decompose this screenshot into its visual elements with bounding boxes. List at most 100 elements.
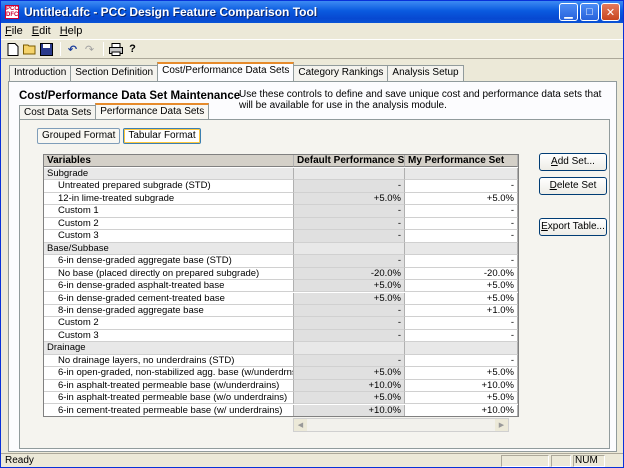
column-header-my-performance-set[interactable]: My Performance Set (405, 155, 518, 168)
panel-description: Use these controls to define and save un… (239, 89, 602, 111)
category-row: Base/Subbase (44, 242, 518, 256)
menu-file[interactable]: File (5, 25, 23, 37)
maximize-button[interactable]: □ (580, 3, 599, 21)
variable-cell: Drainage (44, 342, 294, 355)
table-row: 6-in open-graded, non-stabilized agg. ba… (44, 367, 518, 380)
my-value-cell[interactable]: - (405, 317, 518, 330)
tab-analysis-setup[interactable]: Analysis Setup (387, 65, 464, 81)
table-row: 6-in dense-graded aggregate base (STD) - - (44, 255, 518, 268)
my-value-cell[interactable]: +5.0% (405, 392, 518, 405)
tab-cost-performance-data-sets[interactable]: Cost/Performance Data Sets (157, 62, 295, 81)
delete-set-button[interactable]: Delete Set (539, 177, 607, 195)
tabular-format-button[interactable]: Tabular Format (123, 128, 201, 144)
my-value-cell[interactable]: -20.0% (405, 267, 518, 280)
status-pane (551, 455, 571, 467)
variable-cell: 6-in open-graded, non-stabilized agg. ba… (44, 367, 294, 380)
tab-performance-data-sets[interactable]: Performance Data Sets (95, 103, 210, 119)
my-value-cell[interactable]: - (405, 180, 518, 193)
toolbar-separator (60, 42, 61, 56)
my-value-cell[interactable]: - (405, 354, 518, 368)
my-value-cell[interactable]: - (405, 205, 518, 218)
my-value-cell[interactable]: +10.0% (405, 404, 518, 416)
variable-cell: Base/Subbase (44, 242, 294, 256)
default-value-cell (294, 168, 405, 181)
default-value-cell: - (294, 217, 405, 231)
my-value-cell (405, 342, 518, 355)
title-bar[interactable]: PCC DFC Untitled.dfc - PCC Design Featur… (1, 1, 623, 23)
variable-cell: 6-in dense-graded asphalt-treated base (44, 280, 294, 293)
performance-data-grid[interactable]: Variables Default Performance Set My Per… (43, 154, 519, 417)
table-row: Custom 1-- (44, 205, 518, 218)
open-button[interactable] (22, 42, 37, 57)
default-value-cell: - (294, 205, 405, 218)
default-value-cell: - (294, 230, 405, 243)
variable-cell: No drainage layers, no underdrains (STD) (44, 354, 294, 368)
default-value-cell: +5.0% (294, 392, 405, 405)
table-row: 8-in dense-graded aggregate base - +1.0% (44, 304, 518, 318)
minimize-button[interactable]: ▁ (559, 3, 578, 21)
grid-horizontal-scrollbar[interactable]: ◀ ▶ (293, 418, 509, 432)
my-value-cell[interactable]: +5.0% (405, 367, 518, 380)
tab-section-definition[interactable]: Section Definition (70, 65, 159, 81)
my-value-cell[interactable]: +10.0% (405, 379, 518, 393)
format-toggle: Grouped Format Tabular Format (37, 128, 201, 144)
redo-button[interactable]: ↷ (82, 42, 97, 57)
help-icon: ? (129, 43, 136, 55)
tab-category-rankings[interactable]: Category Rankings (293, 65, 389, 81)
menu-edit[interactable]: Edit (32, 25, 51, 37)
my-value-cell (405, 168, 518, 181)
sub-tab-panel: Grouped Format Tabular Format Variables … (19, 119, 610, 449)
scroll-left-button[interactable]: ◀ (294, 419, 307, 431)
maximize-icon: □ (586, 6, 593, 18)
menu-accelerator: F (5, 25, 12, 37)
column-header-variables[interactable]: Variables (44, 155, 294, 168)
num-lock-indicator: NUM (575, 455, 598, 466)
new-button[interactable] (5, 42, 20, 57)
table-row: 12-in lime-treated subgrade +5.0% +5.0% (44, 192, 518, 206)
my-value-cell[interactable]: - (405, 217, 518, 231)
help-button[interactable]: ? (125, 42, 140, 57)
table-row: 6-in dense-graded cement-treated base +5.… (44, 292, 518, 305)
table-row: 6-in dense-graded asphalt-treated base +5… (44, 280, 518, 293)
my-value-cell[interactable]: +1.0% (405, 304, 518, 318)
sub-tab-strip: Cost Data Sets Performance Data Sets (19, 103, 210, 119)
minimize-icon: ▁ (564, 6, 573, 19)
variable-cell: Custom 2 (44, 317, 294, 330)
add-set-button[interactable]: Add Set... (539, 153, 607, 171)
grouped-format-button[interactable]: Grouped Format (37, 128, 121, 144)
save-button[interactable] (39, 42, 54, 57)
table-row: No drainage layers, no underdrains (STD)… (44, 354, 518, 368)
category-row: Subgrade (44, 168, 518, 181)
status-text: Ready (5, 455, 34, 466)
table-row: Custom 2-- (44, 317, 518, 330)
my-value-cell[interactable]: +5.0% (405, 292, 518, 305)
variable-cell: Subgrade (44, 168, 294, 181)
column-header-default-performance-set[interactable]: Default Performance Set (294, 155, 405, 168)
menu-help[interactable]: Help (60, 25, 83, 37)
tab-introduction[interactable]: Introduction (9, 65, 72, 81)
my-value-cell[interactable]: - (405, 329, 518, 343)
close-button[interactable]: ✕ (601, 3, 620, 21)
export-table-button[interactable]: Export Table... (539, 218, 607, 236)
my-value-cell[interactable]: +5.0% (405, 192, 518, 206)
scroll-right-button[interactable]: ▶ (495, 419, 508, 431)
print-button[interactable] (108, 42, 123, 57)
table-row: No base (placed directly on prepared sub… (44, 267, 518, 280)
my-value-cell[interactable]: - (405, 255, 518, 268)
save-icon (40, 42, 53, 56)
default-value-cell (294, 242, 405, 256)
arrow-right-icon: ▶ (498, 422, 505, 429)
my-value-cell[interactable]: +5.0% (405, 280, 518, 293)
print-icon (108, 42, 123, 56)
undo-button[interactable]: ↶ (65, 42, 80, 57)
variable-cell: Custom 2 (44, 217, 294, 231)
table-row: Custom 3-- (44, 329, 518, 343)
variable-cell: Custom 3 (44, 329, 294, 343)
default-value-cell: +5.0% (294, 367, 405, 380)
new-icon (7, 42, 18, 56)
default-value-cell: +5.0% (294, 192, 405, 206)
category-row: Drainage (44, 342, 518, 355)
my-value-cell[interactable]: - (405, 230, 518, 243)
tab-cost-data-sets[interactable]: Cost Data Sets (19, 105, 97, 119)
default-value-cell: - (294, 180, 405, 193)
